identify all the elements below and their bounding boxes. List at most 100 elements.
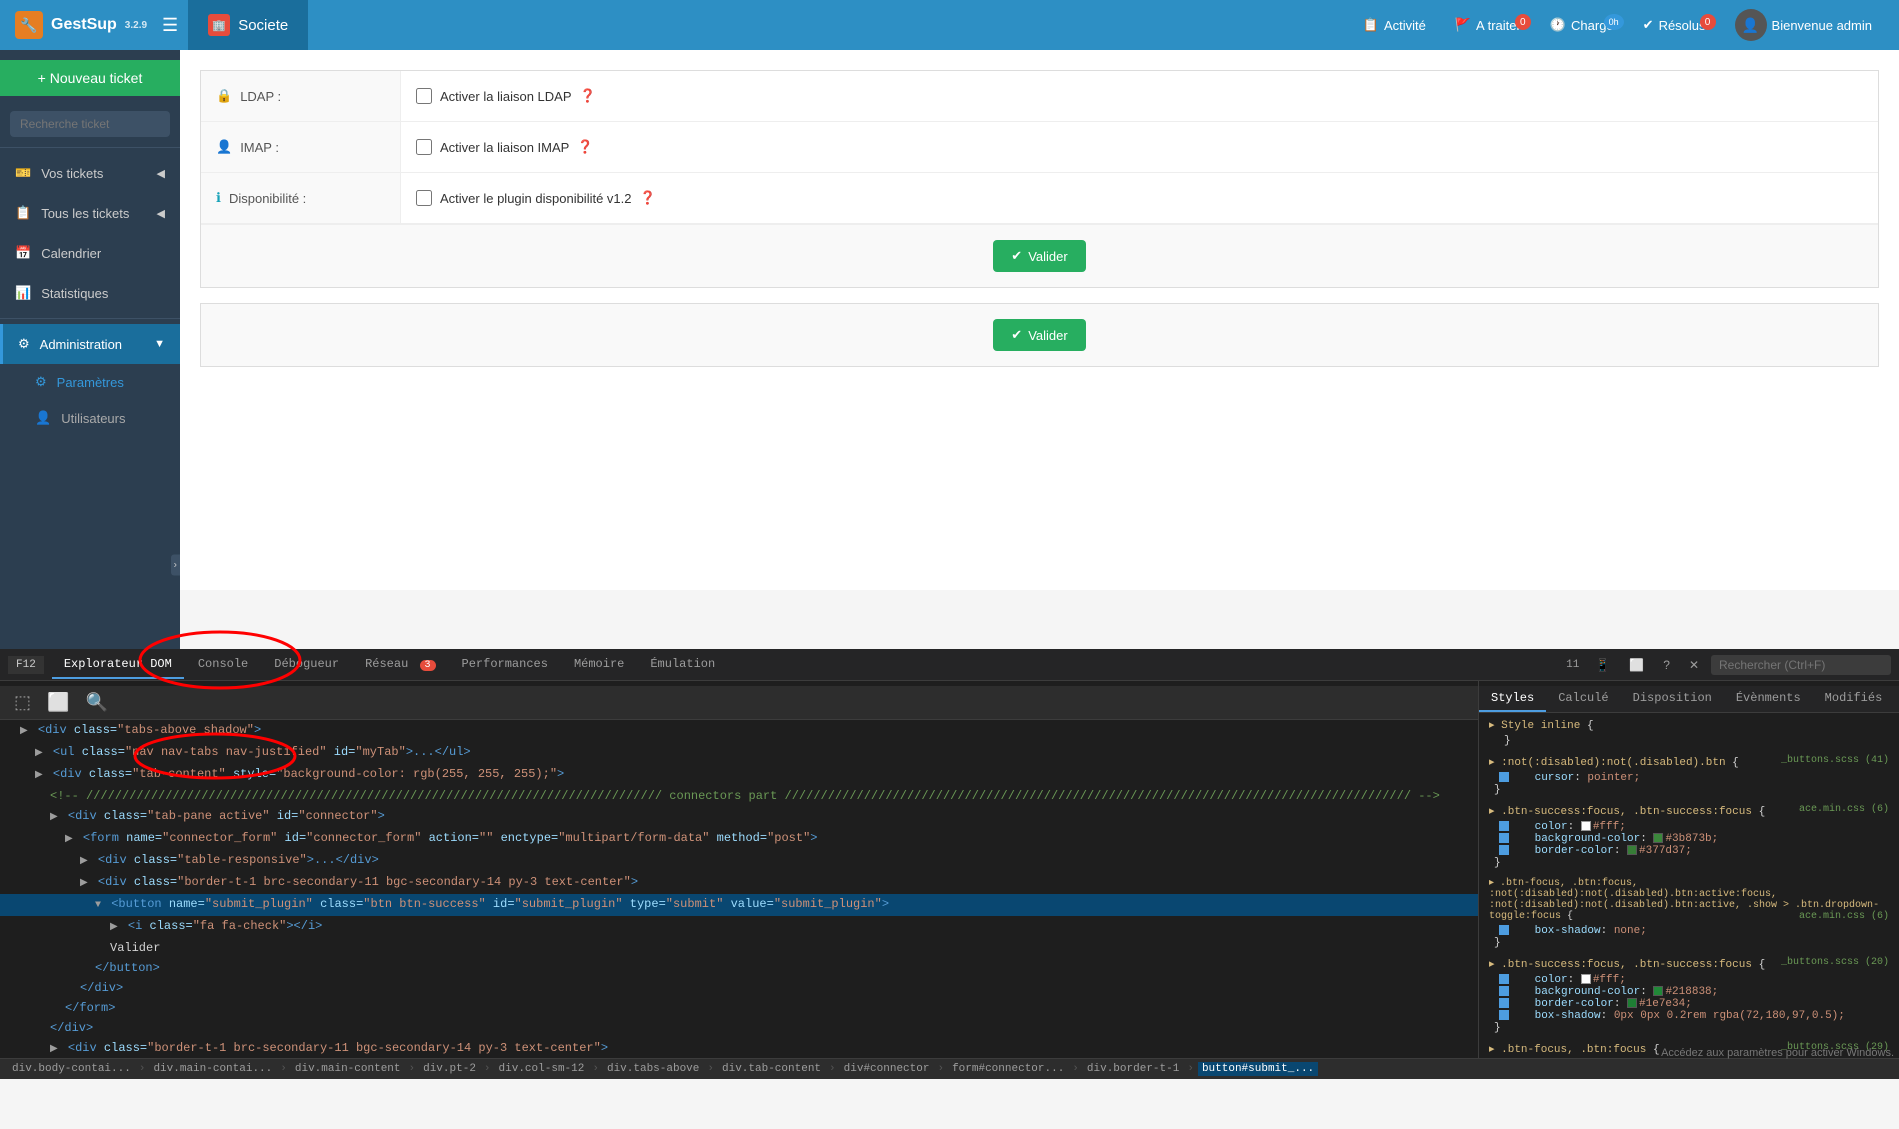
dom-line[interactable]: </form> bbox=[0, 998, 1478, 1018]
style-checkbox[interactable] bbox=[1499, 845, 1509, 855]
events-tab[interactable]: Évènments bbox=[1724, 686, 1813, 712]
computed-tab[interactable]: Calculé bbox=[1546, 686, 1620, 712]
dom-line[interactable]: </div> bbox=[0, 1018, 1478, 1038]
dom-search-btn[interactable]: 🔍 bbox=[79, 690, 113, 715]
breadcrumb-item[interactable]: div.pt-2 bbox=[419, 1062, 480, 1076]
breadcrumb-item[interactable]: div.main-contai... bbox=[149, 1062, 276, 1076]
devtools-tab-network[interactable]: Réseau 3 bbox=[353, 651, 447, 679]
breadcrumb-item[interactable]: div#connector bbox=[840, 1062, 934, 1076]
check-icon-2: ✔ bbox=[1011, 327, 1022, 343]
activite-icon: 📋 bbox=[1363, 17, 1379, 33]
ldap-help-icon[interactable]: ❓ bbox=[580, 88, 596, 104]
sidebar-sub-item-parametres[interactable]: ⚙ Paramètres bbox=[0, 364, 180, 400]
devtools-tab-dom[interactable]: Explorateur DOM bbox=[52, 651, 184, 679]
new-ticket-button[interactable]: + Nouveau ticket bbox=[0, 60, 180, 96]
ticket-icon: 🎫 bbox=[15, 165, 31, 181]
imap-checkbox[interactable] bbox=[416, 139, 432, 155]
changes-tab[interactable]: Modifiés bbox=[1813, 686, 1895, 712]
tickets-icon: 📋 bbox=[15, 205, 31, 221]
devtools-toolbar: F12 Explorateur DOM Console Débogueur Ré… bbox=[0, 649, 1899, 681]
imap-field: Activer la liaison IMAP ❓ bbox=[401, 129, 609, 165]
dom-line[interactable]: <!-- ///////////////////////////////////… bbox=[0, 786, 1478, 806]
breadcrumb-item[interactable]: div.border-t-1 bbox=[1083, 1062, 1183, 1076]
dom-line[interactable]: ▶ <div class="table-responsive">...</div… bbox=[0, 850, 1478, 872]
breadcrumb-item[interactable]: div.main-content bbox=[291, 1062, 405, 1076]
dom-line[interactable]: ▶ <ul class="nav nav-tabs nav-justified"… bbox=[0, 742, 1478, 764]
breadcrumb-item[interactable]: div.tabs-above bbox=[603, 1062, 703, 1076]
sidebar-item-administration[interactable]: ⚙ Administration ▼ bbox=[0, 324, 180, 364]
imap-help-icon[interactable]: ❓ bbox=[577, 139, 593, 155]
dom-line[interactable]: ▶ <div class="tabs-above shadow"> bbox=[0, 720, 1478, 742]
style-checkbox[interactable] bbox=[1499, 772, 1509, 782]
windows-notice: Accédez aux paramètres pour activer Wind… bbox=[1661, 1047, 1894, 1058]
dom-line[interactable]: ▶ <form name="connector_form" id="connec… bbox=[0, 828, 1478, 850]
company-tab[interactable]: 🏢 Societe bbox=[188, 0, 308, 50]
activite-button[interactable]: 📋 Activité bbox=[1351, 12, 1438, 38]
resolu-badge: 0 bbox=[1700, 14, 1716, 30]
layout-tab[interactable]: Disposition bbox=[1621, 686, 1724, 712]
style-checkbox[interactable] bbox=[1499, 974, 1509, 984]
styles-tab[interactable]: Styles bbox=[1479, 686, 1546, 712]
charge-button[interactable]: 🕐 Charge 0h bbox=[1538, 12, 1626, 38]
devtools-tab-debugger[interactable]: Débogueur bbox=[262, 651, 351, 679]
dom-select-btn[interactable]: ⬚ bbox=[8, 690, 37, 715]
dom-toggle-btn[interactable]: ⬜ bbox=[41, 690, 75, 715]
style-checkbox[interactable] bbox=[1499, 986, 1509, 996]
dom-line[interactable]: Valider bbox=[0, 938, 1478, 958]
disponibilite-checkbox[interactable] bbox=[416, 190, 432, 206]
sidebar-sub-item-utilisateurs[interactable]: 👤 Utilisateurs bbox=[0, 400, 180, 436]
calendar-icon: 📅 bbox=[15, 245, 31, 261]
breadcrumb-item[interactable]: form#connector... bbox=[948, 1062, 1068, 1076]
dom-line[interactable]: </button> bbox=[0, 958, 1478, 978]
dom-line[interactable]: ▶ <i class="fa fa-check"></i> bbox=[0, 916, 1478, 938]
style-checkbox[interactable] bbox=[1499, 833, 1509, 843]
dom-line-selected[interactable]: ▼ <button name="submit_plugin" class="bt… bbox=[0, 894, 1478, 916]
dom-line[interactable]: ▶ <div class="border-t-1 brc-secondary-1… bbox=[0, 872, 1478, 894]
devtools-tab-memory[interactable]: Mémoire bbox=[562, 651, 636, 679]
devtools-device-btn[interactable]: 📱 bbox=[1588, 655, 1617, 675]
validate-button-1[interactable]: ✔ Valider bbox=[993, 240, 1085, 272]
brand-version: 3.2.9 bbox=[125, 20, 147, 31]
breadcrumb-item-active[interactable]: button#submit_... bbox=[1198, 1062, 1318, 1076]
devtools-tab-emulation[interactable]: Émulation bbox=[638, 651, 727, 679]
sidebar-item-tous-tickets[interactable]: 📋 Tous les tickets ◀ bbox=[0, 193, 180, 233]
ldap-label: 🔒 LDAP : bbox=[201, 71, 401, 121]
dom-line[interactable]: ▶ <div class="tab-content" style="backgr… bbox=[0, 764, 1478, 786]
disponibilite-row: ℹ Disponibilité : Activer le plugin disp… bbox=[201, 173, 1878, 224]
devtools-close-btn[interactable]: ✕ bbox=[1682, 655, 1706, 675]
sidebar-label-administration: Administration bbox=[40, 337, 122, 352]
a-traiter-button[interactable]: 🚩 A traiter 0 bbox=[1443, 12, 1533, 38]
dom-line[interactable]: </div> bbox=[0, 978, 1478, 998]
charge-icon: 🕐 bbox=[1550, 17, 1566, 33]
style-checkbox[interactable] bbox=[1499, 925, 1509, 935]
dom-tree: ⬚ ⬜ 🔍 ▶ <div class="tabs-above shadow"> … bbox=[0, 681, 1479, 1058]
ldap-checkbox[interactable] bbox=[416, 88, 432, 104]
dom-line[interactable]: ▶ <div class="border-t-1 brc-secondary-1… bbox=[0, 1038, 1478, 1058]
breadcrumb-item[interactable]: div.tab-content bbox=[718, 1062, 825, 1076]
devtools-screenshot-btn[interactable]: ⬜ bbox=[1622, 655, 1651, 675]
devtools-tab-console[interactable]: Console bbox=[186, 651, 260, 679]
devtools-tab-perf[interactable]: Performances bbox=[450, 651, 560, 679]
devtools-panel: F12 Explorateur DOM Console Débogueur Ré… bbox=[0, 649, 1899, 1079]
devtools-help-btn[interactable]: ? bbox=[1656, 655, 1677, 675]
imap-label: 👤 IMAP : bbox=[201, 122, 401, 172]
resolu-label: Résolus bbox=[1659, 18, 1706, 33]
user-menu[interactable]: 👤 Bienvenue admin bbox=[1723, 4, 1884, 46]
resolu-button[interactable]: ✔ Résolus 0 bbox=[1631, 12, 1718, 38]
disponibilite-help-icon[interactable]: ❓ bbox=[640, 190, 656, 206]
search-input[interactable] bbox=[10, 111, 170, 137]
devtools-search-input[interactable] bbox=[1711, 655, 1891, 675]
style-checkbox[interactable] bbox=[1499, 821, 1509, 831]
sidebar-item-vos-tickets[interactable]: 🎫 Vos tickets ◀ bbox=[0, 153, 180, 193]
sidebar-item-statistiques[interactable]: 📊 Statistiques bbox=[0, 273, 180, 313]
validate-button-2[interactable]: ✔ Valider bbox=[993, 319, 1085, 351]
sidebar-item-calendrier[interactable]: 📅 Calendrier bbox=[0, 233, 180, 273]
dom-line[interactable]: ▶ <div class="tab-pane active" id="conne… bbox=[0, 806, 1478, 828]
hamburger-icon[interactable]: ☰ bbox=[162, 15, 178, 36]
dom-toolbar: ⬚ ⬜ 🔍 bbox=[0, 686, 1478, 720]
breadcrumb-item[interactable]: div.body-contai... bbox=[8, 1062, 135, 1076]
style-checkbox[interactable] bbox=[1499, 1010, 1509, 1020]
breadcrumb-item[interactable]: div.col-sm-12 bbox=[495, 1062, 589, 1076]
activite-label: Activité bbox=[1384, 18, 1426, 33]
style-checkbox[interactable] bbox=[1499, 998, 1509, 1008]
